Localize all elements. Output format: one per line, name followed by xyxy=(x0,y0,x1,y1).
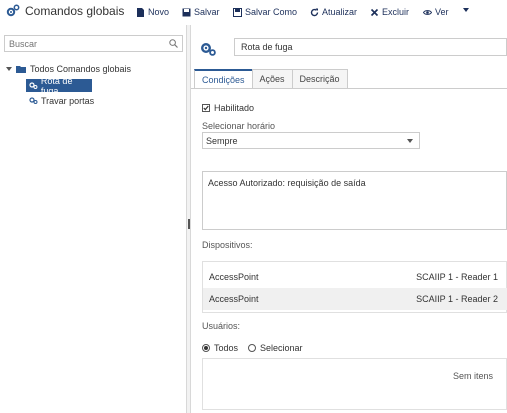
users-radio-group: Todos Selecionar xyxy=(202,343,309,353)
radio-all[interactable] xyxy=(202,344,210,352)
tree-item-rota-de-fuga[interactable]: Rota de fuga xyxy=(26,76,92,96)
app-title: Comandos globais xyxy=(25,4,125,18)
gear-icon xyxy=(29,82,38,89)
tree-item-label: Travar portas xyxy=(41,95,95,106)
users-list: Sem itens xyxy=(202,358,507,410)
schedule-value: Sempre xyxy=(206,135,238,146)
tree-item-label: Rota de fuga xyxy=(40,75,73,96)
gears-icon xyxy=(201,42,216,56)
radio-select[interactable] xyxy=(248,344,257,352)
detail-panel: Condições Ações Descrição Habilitado Sel… xyxy=(191,25,507,413)
users-empty-text: Sem itens xyxy=(452,371,493,381)
tab-description[interactable]: Descrição xyxy=(291,69,348,88)
search-box xyxy=(4,35,183,52)
device-row[interactable]: AccessPoint SCAIIP 1 - Reader 1 xyxy=(203,266,507,288)
check-icon xyxy=(203,105,209,111)
device-row[interactable]: AccessPoint SCAIIP 1 - Reader 2 xyxy=(203,288,507,310)
name-box xyxy=(234,38,507,56)
radio-all-label[interactable]: Todos xyxy=(214,343,238,353)
search-input[interactable] xyxy=(5,36,165,51)
eye-icon xyxy=(423,9,432,15)
tab-bar: Condições Ações Descrição xyxy=(194,69,348,88)
splitter-grip[interactable] xyxy=(188,219,190,229)
device-reader: SCAIIP 1 - Reader 1 xyxy=(416,272,498,282)
description-text: Acesso Autorizado: requisição de saída xyxy=(202,171,507,230)
device-name: AccessPoint xyxy=(209,272,259,282)
tabs-divider xyxy=(191,88,507,89)
name-input[interactable] xyxy=(235,39,506,55)
device-reader: SCAIIP 1 - Reader 2 xyxy=(416,294,498,304)
collapse-arrow-icon[interactable] xyxy=(6,66,12,72)
search-icon[interactable] xyxy=(169,39,178,48)
tree-root-label: Todos Comandos globais xyxy=(30,64,132,74)
refresh-icon xyxy=(310,8,319,16)
new-file-icon xyxy=(137,7,144,17)
save-button[interactable]: Salvar xyxy=(182,5,220,19)
enabled-row[interactable]: Habilitado xyxy=(202,103,254,113)
radio-select-label[interactable]: Selecionar xyxy=(260,343,303,353)
enabled-checkbox[interactable] xyxy=(202,104,210,112)
close-icon xyxy=(370,8,379,16)
enabled-label: Habilitado xyxy=(214,103,255,113)
tab-conditions[interactable]: Condições xyxy=(194,69,253,88)
view-button[interactable]: Ver xyxy=(423,5,449,19)
toolbar: Comandos globais Novo Salvar Salvar Como… xyxy=(0,0,507,24)
new-button[interactable]: Novo xyxy=(136,5,169,19)
tab-actions[interactable]: Ações xyxy=(251,69,293,88)
schedule-select[interactable]: Sempre xyxy=(202,132,420,149)
save-as-button[interactable]: Salvar Como xyxy=(233,5,297,19)
left-panel: Todos Comandos globais Rota de fuga Trav… xyxy=(0,25,186,413)
folder-icon xyxy=(16,66,26,73)
gear-icon xyxy=(29,97,38,104)
save-icon xyxy=(182,8,191,16)
device-name: AccessPoint xyxy=(209,294,259,304)
schedule-label: Selecionar horário xyxy=(202,121,276,131)
refresh-button[interactable]: Atualizar xyxy=(310,5,357,19)
delete-button[interactable]: Excluir xyxy=(370,5,409,19)
gears-icon xyxy=(6,4,20,17)
tree-item-travar-portas[interactable]: Travar portas xyxy=(26,94,94,107)
save-as-icon xyxy=(233,7,242,17)
tree-root[interactable]: Todos Comandos globais xyxy=(6,63,131,75)
devices-label: Dispositivos: xyxy=(202,240,253,250)
users-label: Usuários: xyxy=(202,321,241,331)
devices-list: AccessPoint SCAIIP 1 - Reader 1 AccessPo… xyxy=(202,261,507,313)
dropdown-caret-icon[interactable] xyxy=(462,6,470,14)
chevron-down-icon xyxy=(407,139,413,143)
